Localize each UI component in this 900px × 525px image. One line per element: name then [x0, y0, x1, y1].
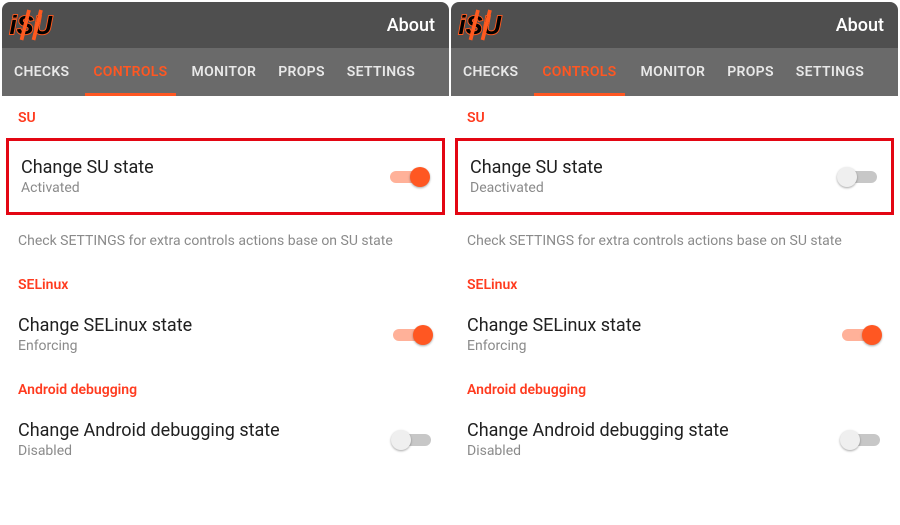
row-title: Change SU state [470, 157, 603, 178]
tab-monitor[interactable]: MONITOR [629, 48, 718, 96]
screen-left: iSU About CHECKS CONTROLS MONITOR PROPS … [2, 2, 449, 523]
row-title: Change Android debugging state [18, 420, 280, 441]
row-subtitle: Disabled [18, 443, 280, 459]
tab-checks[interactable]: CHECKS [451, 48, 530, 96]
toggle-adbg-state[interactable] [391, 428, 433, 452]
toggle-thumb [413, 325, 433, 345]
section-su-label: SU [2, 96, 449, 138]
su-hint-text: Check SETTINGS for extra controls action… [2, 219, 449, 263]
tab-props[interactable]: PROPS [717, 48, 784, 96]
section-android-debugging-label: Android debugging [2, 366, 449, 410]
tab-bar: CHECKS CONTROLS MONITOR PROPS SETTINGS [451, 48, 898, 96]
app-logo-isu: iSU [8, 7, 68, 43]
tab-monitor[interactable]: MONITOR [180, 48, 269, 96]
row-change-selinux-state[interactable]: Change SELinux state Enforcing [451, 305, 898, 366]
su-hint-text: Check SETTINGS for extra controls action… [451, 219, 898, 263]
section-selinux-label: SELinux [451, 263, 898, 305]
tab-bar: CHECKS CONTROLS MONITOR PROPS SETTINGS [2, 48, 449, 96]
tab-settings[interactable]: SETTINGS [335, 48, 427, 96]
tab-checks[interactable]: CHECKS [2, 48, 81, 96]
row-texts: Change SELinux state Enforcing [18, 315, 192, 354]
row-change-selinux-state[interactable]: Change SELinux state Enforcing [2, 305, 449, 366]
section-su-label: SU [451, 96, 898, 138]
su-row-highlighted: Change SU state Activated [6, 138, 445, 215]
row-subtitle: Enforcing [467, 338, 641, 354]
tab-props[interactable]: PROPS [268, 48, 335, 96]
toggle-thumb [410, 167, 430, 187]
app-logo-isu: iSU [457, 7, 517, 43]
row-change-adbg-state[interactable]: Change Android debugging state Disabled [2, 410, 449, 471]
screenshot-pair: iSU About CHECKS CONTROLS MONITOR PROPS … [0, 0, 900, 525]
su-row-highlighted: Change SU state Deactivated [455, 138, 894, 215]
section-selinux-label: SELinux [2, 263, 449, 305]
tab-settings[interactable]: SETTINGS [784, 48, 876, 96]
row-subtitle: Activated [21, 180, 154, 196]
svg-text:iSU: iSU [10, 12, 53, 40]
toggle-thumb [840, 430, 860, 450]
tab-controls[interactable]: CONTROLS [530, 48, 628, 96]
row-texts: Change Android debugging state Disabled [467, 420, 729, 459]
toggle-thumb [862, 325, 882, 345]
app-header: iSU About [451, 2, 898, 48]
section-android-debugging-label: Android debugging [451, 366, 898, 410]
row-title: Change SELinux state [467, 315, 641, 336]
toggle-adbg-state[interactable] [840, 428, 882, 452]
row-change-adbg-state[interactable]: Change Android debugging state Disabled [451, 410, 898, 471]
row-subtitle: Deactivated [470, 180, 603, 196]
toggle-thumb [837, 167, 857, 187]
about-link[interactable]: About [836, 15, 884, 36]
row-change-su-state[interactable]: Change SU state Deactivated [458, 141, 891, 212]
screen-body: SU Change SU state Activated Check SETTI… [2, 96, 449, 523]
row-title: Change Android debugging state [467, 420, 729, 441]
row-title: Change SU state [21, 157, 154, 178]
row-texts: Change SU state Deactivated [470, 157, 603, 196]
svg-text:iSU: iSU [459, 12, 502, 40]
toggle-selinux-state[interactable] [840, 323, 882, 347]
row-texts: Change Android debugging state Disabled [18, 420, 280, 459]
tab-controls[interactable]: CONTROLS [81, 48, 179, 96]
app-header: iSU About [2, 2, 449, 48]
row-texts: Change SELinux state Enforcing [467, 315, 641, 354]
screen-body: SU Change SU state Deactivated Check SET… [451, 96, 898, 523]
toggle-su-state[interactable] [837, 165, 879, 189]
row-subtitle: Enforcing [18, 338, 192, 354]
toggle-su-state[interactable] [388, 165, 430, 189]
row-subtitle: Disabled [467, 443, 729, 459]
row-texts: Change SU state Activated [21, 157, 154, 196]
toggle-thumb [391, 430, 411, 450]
row-change-su-state[interactable]: Change SU state Activated [9, 141, 442, 212]
row-title: Change SELinux state [18, 315, 192, 336]
about-link[interactable]: About [387, 15, 435, 36]
screen-right: iSU About CHECKS CONTROLS MONITOR PROPS … [451, 2, 898, 523]
toggle-selinux-state[interactable] [391, 323, 433, 347]
